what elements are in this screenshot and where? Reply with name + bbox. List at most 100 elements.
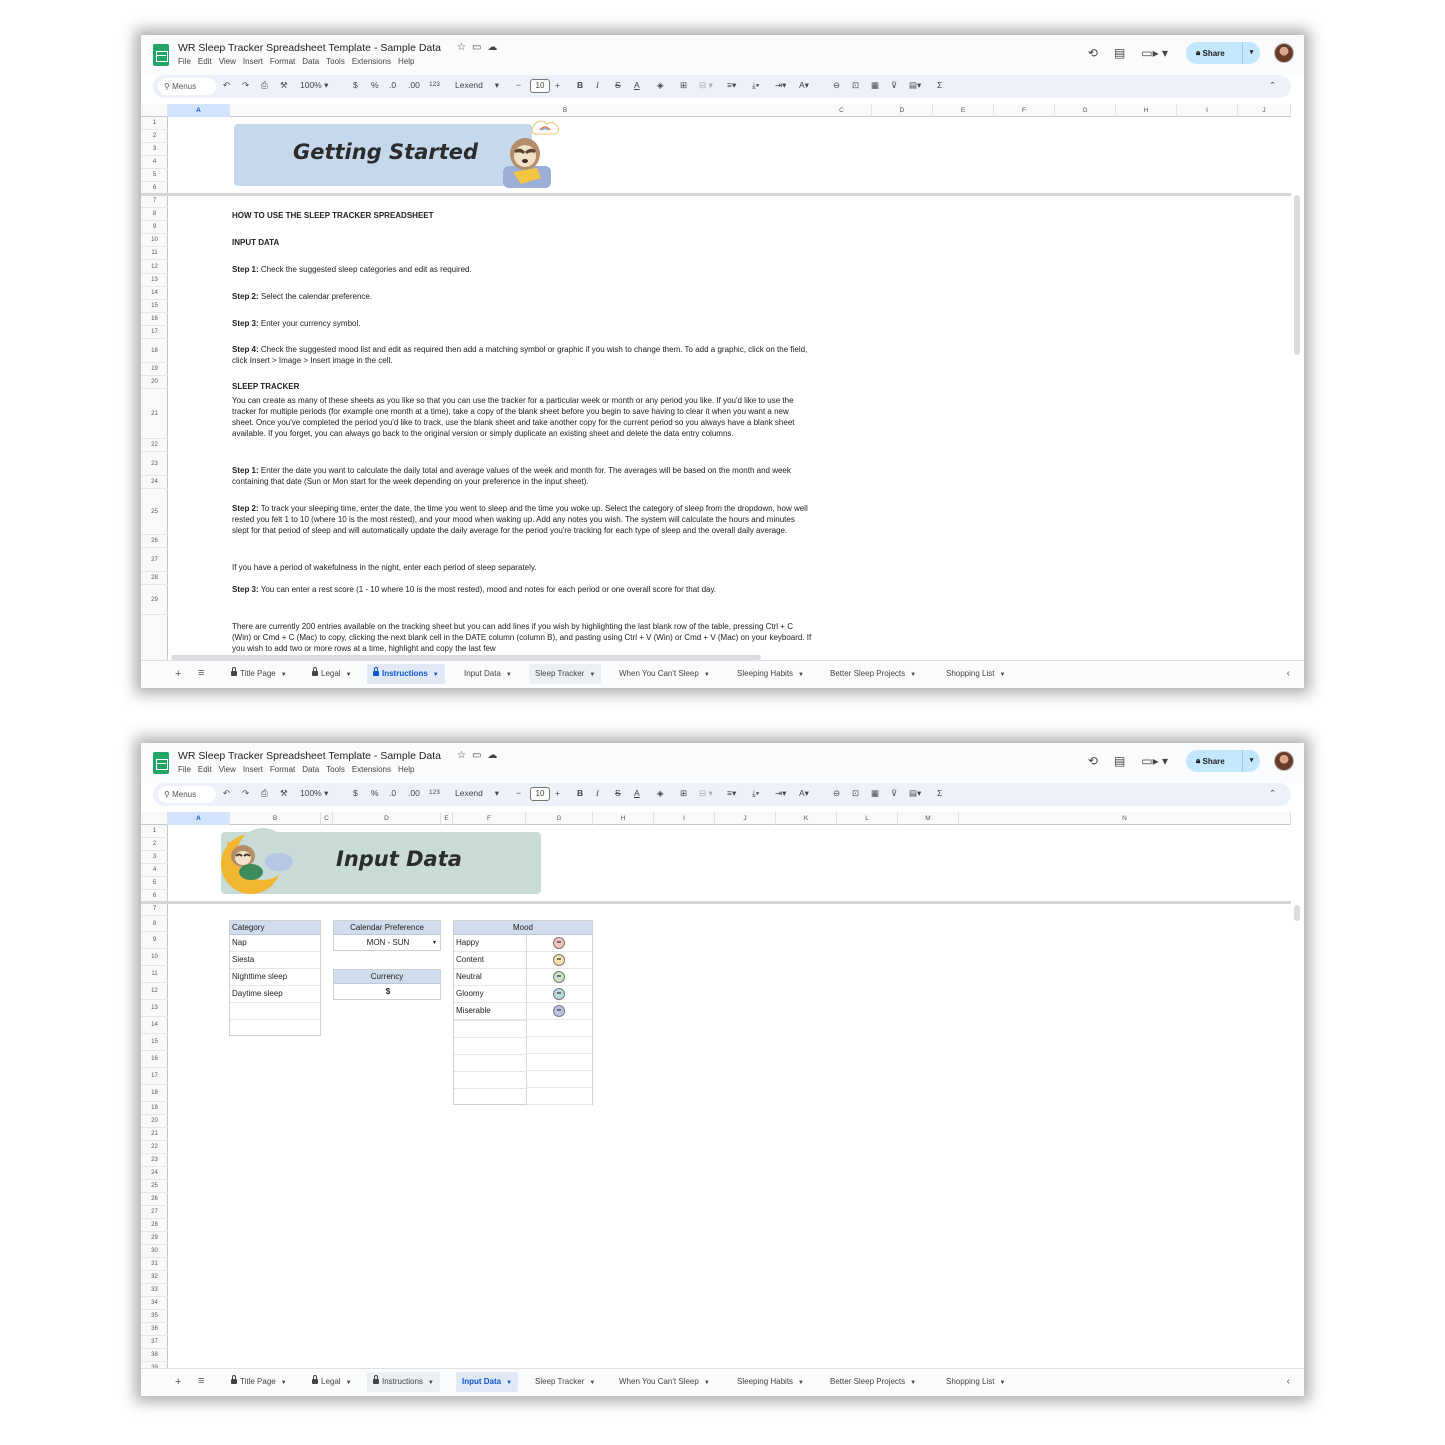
borders-icon[interactable]: ⊞: [680, 80, 687, 91]
meet-video-icon[interactable]: ▭▸ ▾: [1141, 754, 1168, 768]
row-header[interactable]: 15: [141, 1034, 168, 1051]
functions-button[interactable]: Σ: [937, 788, 942, 798]
row-header[interactable]: 8: [141, 208, 168, 221]
filter-icon[interactable]: ⊽: [891, 788, 897, 799]
tab-sleep-tracker[interactable]: Sleep Tracker ▼: [529, 1372, 601, 1392]
move-folder-icon[interactable]: ▭: [472, 750, 487, 761]
increase-decimal-button[interactable]: .00: [408, 788, 420, 798]
column-header-g[interactable]: G: [1055, 104, 1116, 117]
horizontal-align-icon[interactable]: ≡▾: [727, 80, 736, 91]
row-header[interactable]: 9: [141, 932, 168, 949]
row-header[interactable]: 33: [141, 1284, 168, 1297]
row-header[interactable]: 19: [141, 1102, 168, 1115]
tab-when-you-cant-sleep[interactable]: When You Can't Sleep ▼: [613, 1372, 716, 1392]
tab-input-data[interactable]: Input Data ▼: [456, 1372, 519, 1392]
text-rotation-icon[interactable]: A▾: [799, 80, 809, 91]
column-header-c[interactable]: C: [812, 104, 872, 117]
merge-cells-icon[interactable]: ⊟ ▾: [699, 788, 713, 799]
category-cell[interactable]: Nap: [230, 935, 320, 952]
mood-name-cell[interactable]: Content: [454, 952, 526, 969]
italic-button[interactable]: I: [596, 80, 599, 90]
font-size-input[interactable]: 10: [530, 787, 550, 801]
text-rotation-icon[interactable]: A▾: [799, 788, 809, 799]
tab-better-sleep-projects[interactable]: Better Sleep Projects ▼: [824, 664, 922, 684]
row-header[interactable]: 34: [141, 1297, 168, 1310]
row-header[interactable]: 15: [141, 300, 168, 313]
share-button[interactable]: 🔒︎ Share ▾: [1186, 42, 1260, 64]
column-header-j[interactable]: J: [715, 812, 776, 825]
frozen-rows-divider[interactable]: [141, 901, 1291, 904]
menu-view[interactable]: View: [219, 57, 236, 66]
column-header-f[interactable]: F: [453, 812, 526, 825]
column-header-i[interactable]: I: [1177, 104, 1238, 117]
row-header[interactable]: 14: [141, 1017, 168, 1034]
row-header[interactable]: 12: [141, 260, 168, 274]
currency-value[interactable]: $: [334, 984, 440, 1000]
menu-insert[interactable]: Insert: [243, 57, 263, 66]
mood-name-cell[interactable]: [454, 1037, 526, 1038]
mood-symbol-cell[interactable]: [527, 1020, 592, 1037]
cloud-status-icon[interactable]: ☁: [487, 750, 503, 761]
menu-format[interactable]: Format: [270, 57, 295, 66]
horizontal-align-icon[interactable]: ≡▾: [727, 788, 736, 799]
row-header[interactable]: 22: [141, 1141, 168, 1154]
column-header-l[interactable]: L: [837, 812, 898, 825]
font-size-input[interactable]: 10: [530, 79, 550, 93]
tab-title-page[interactable]: Title Page ▼: [225, 664, 293, 684]
move-folder-icon[interactable]: ▭: [472, 42, 487, 53]
document-title[interactable]: WR Sleep Tracker Spreadsheet Template - …: [178, 42, 441, 54]
row-header[interactable]: 12: [141, 983, 168, 1000]
row-header[interactable]: 17: [141, 326, 168, 339]
menu-edit[interactable]: Edit: [198, 57, 212, 66]
percent-format-button[interactable]: %: [371, 788, 379, 798]
row-header[interactable]: 20: [141, 1115, 168, 1128]
row-header[interactable]: 29: [141, 1232, 168, 1245]
strikethrough-button[interactable]: S: [615, 80, 621, 90]
row-header[interactable]: 13: [141, 274, 168, 287]
row-header[interactable]: 23: [141, 452, 168, 476]
row-header[interactable]: 32: [141, 1271, 168, 1284]
share-dropdown-icon[interactable]: ▾: [1242, 42, 1260, 64]
column-header-i[interactable]: I: [654, 812, 715, 825]
category-cell-empty[interactable]: [230, 1003, 320, 1020]
insert-chart-icon[interactable]: ▦: [871, 788, 879, 799]
cloud-status-icon[interactable]: ☁: [487, 42, 503, 53]
menu-tools[interactable]: Tools: [326, 765, 345, 774]
column-header-j[interactable]: J: [1238, 104, 1291, 117]
row-header[interactable]: 11: [141, 966, 168, 983]
row-header[interactable]: 4: [141, 156, 168, 169]
row-header[interactable]: 3: [141, 851, 168, 864]
row-header[interactable]: 36: [141, 1323, 168, 1336]
mood-symbol-cell[interactable]: [527, 969, 592, 986]
menu-file[interactable]: File: [178, 57, 191, 66]
mood-name-cell[interactable]: [454, 1071, 526, 1072]
vertical-scrollbar[interactable]: [1294, 905, 1300, 921]
column-header-d[interactable]: D: [872, 104, 933, 117]
paint-format-icon[interactable]: ⚒: [280, 80, 288, 91]
row-header[interactable]: 21: [141, 389, 168, 439]
frozen-rows-divider[interactable]: [141, 193, 1291, 196]
row-header[interactable]: 5: [141, 877, 168, 890]
column-header-e[interactable]: E: [441, 812, 453, 825]
row-header[interactable]: 9: [141, 221, 168, 234]
row-header[interactable]: 24: [141, 1167, 168, 1180]
paint-format-icon[interactable]: ⚒: [280, 788, 288, 799]
menus-search[interactable]: ⚲ Menus: [158, 78, 216, 95]
row-header[interactable]: 8: [141, 916, 168, 932]
filter-icon[interactable]: ⊽: [891, 80, 897, 91]
mood-name-cell[interactable]: Happy: [454, 935, 526, 952]
all-sheets-icon[interactable]: ≡: [198, 1375, 204, 1387]
row-header[interactable]: 31: [141, 1258, 168, 1271]
font-select[interactable]: Lexend ▾: [455, 788, 499, 799]
tab-legal[interactable]: Legal ▼: [306, 664, 358, 684]
number-format-button[interactable]: 123: [429, 789, 440, 796]
star-icon[interactable]: ☆: [457, 42, 472, 53]
column-header-b[interactable]: B: [230, 104, 901, 117]
row-header[interactable]: 13: [141, 1000, 168, 1017]
add-sheet-icon[interactable]: +: [175, 1376, 181, 1388]
dropdown-chevron-icon[interactable]: ▾: [433, 935, 436, 951]
borders-icon[interactable]: ⊞: [680, 788, 687, 799]
font-size-decrease-icon[interactable]: −: [516, 788, 521, 798]
row-header[interactable]: 29: [141, 585, 168, 615]
calendar-preference-select[interactable]: MON - SUN ▾: [334, 935, 440, 951]
